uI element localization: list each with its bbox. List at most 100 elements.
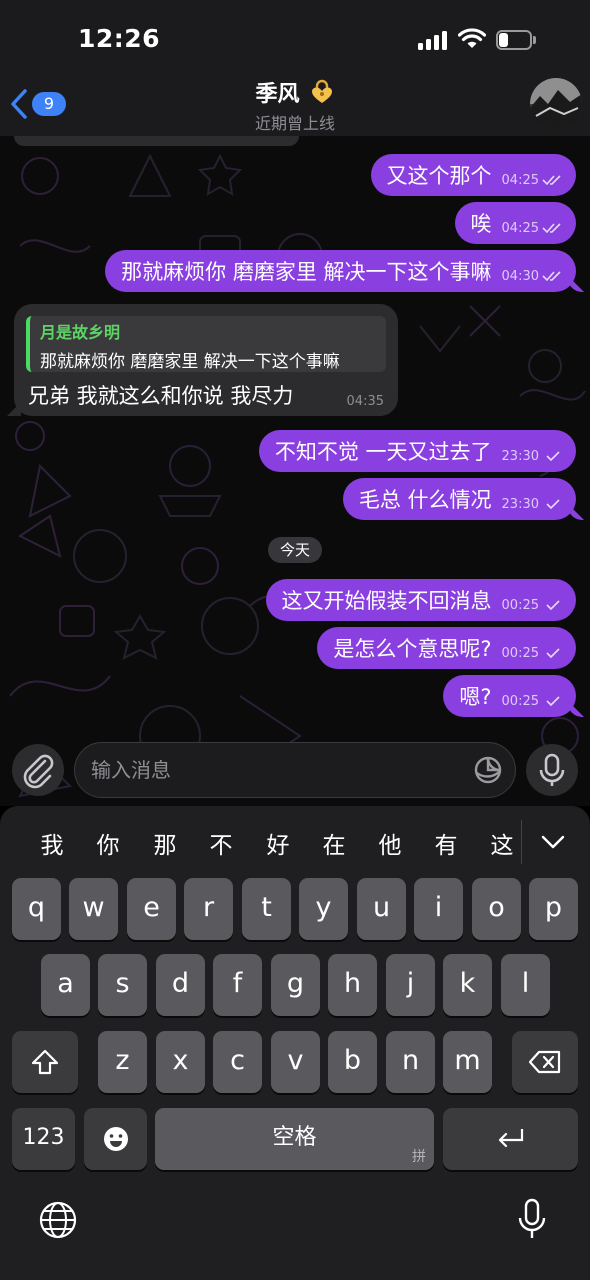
single-check-icon xyxy=(546,696,560,707)
message-list[interactable]: 又这个那个 04:25 唉 04:25 那就麻烦你 磨磨家里 解决一下这个事嘛 … xyxy=(0,136,590,806)
reply-text: 那就麻烦你 磨磨家里 解决一下这个事嘛 xyxy=(40,352,340,372)
outgoing-message[interactable]: 唉 04:25 xyxy=(454,202,576,244)
key-k[interactable]: k xyxy=(443,954,492,1016)
key-c[interactable]: c xyxy=(213,1031,262,1093)
message-time: 04:25 xyxy=(501,220,539,236)
attach-button[interactable] xyxy=(12,744,64,796)
battery-icon xyxy=(496,30,536,50)
unread-count-badge: 9 xyxy=(32,92,66,116)
outgoing-message[interactable]: 嗯? 00:25 xyxy=(443,675,576,717)
candidate-word[interactable]: 在 xyxy=(314,826,354,860)
key-i[interactable]: i xyxy=(414,878,463,940)
single-check-icon xyxy=(546,499,560,510)
back-chevron-icon xyxy=(11,89,27,119)
previous-message-edge xyxy=(14,136,299,146)
candidate-word[interactable]: 有 xyxy=(426,826,466,860)
incoming-message[interactable]: 月是故乡明 那就麻烦你 磨磨家里 解决一下这个事嘛 兄弟 我就这么和你说 我尽力… xyxy=(14,304,398,416)
key-u[interactable]: u xyxy=(357,878,406,940)
outgoing-message[interactable]: 那就麻烦你 磨磨家里 解决一下这个事嘛 04:30 xyxy=(105,250,576,292)
shift-key[interactable] xyxy=(12,1031,78,1093)
message-text: 唉 xyxy=(470,212,492,236)
key-e[interactable]: e xyxy=(127,878,176,940)
outgoing-message[interactable]: 不知不觉 一天又过去了 23:30 xyxy=(258,430,576,472)
candidate-word[interactable]: 他 xyxy=(370,826,410,860)
outgoing-message[interactable]: 又这个那个 04:25 xyxy=(370,154,576,196)
date-separator: 今天 xyxy=(268,537,322,563)
key-a[interactable]: a xyxy=(41,954,90,1016)
candidate-word[interactable]: 这 xyxy=(482,826,522,860)
key-m[interactable]: m xyxy=(443,1031,492,1093)
key-z[interactable]: z xyxy=(98,1031,147,1093)
back-button[interactable]: 9 xyxy=(8,86,68,126)
candidate-word[interactable]: 不 xyxy=(201,826,241,860)
message-time: 04:35 xyxy=(346,394,384,409)
composer xyxy=(0,738,590,806)
message-text: 兄弟 我就这么和你说 我尽力 xyxy=(28,384,294,408)
message-text: 毛总 什么情况 xyxy=(358,488,492,512)
key-x[interactable]: x xyxy=(156,1031,205,1093)
message-time: 00:25 xyxy=(501,597,539,613)
dictation-icon[interactable] xyxy=(514,1196,550,1244)
key-o[interactable]: o xyxy=(472,878,521,940)
candidate-word[interactable]: 好 xyxy=(258,826,298,860)
double-check-icon xyxy=(542,223,561,234)
message-time: 04:30 xyxy=(501,268,539,284)
key-t[interactable]: t xyxy=(242,878,291,940)
message-text: 是怎么个意思呢? xyxy=(333,637,492,661)
key-w[interactable]: w xyxy=(69,878,118,940)
chat-status: 近期曾上线 xyxy=(254,114,335,133)
candidate-word[interactable]: 我 xyxy=(32,826,72,860)
message-input-field[interactable] xyxy=(74,742,516,798)
chevron-down-icon[interactable] xyxy=(538,828,568,856)
key-h[interactable]: h xyxy=(328,954,377,1016)
sticker-icon[interactable] xyxy=(473,755,503,785)
key-g[interactable]: g xyxy=(271,954,320,1016)
backspace-key[interactable] xyxy=(512,1031,578,1093)
outgoing-message[interactable]: 是怎么个意思呢? 00:25 xyxy=(317,627,576,669)
voice-record-button[interactable] xyxy=(526,744,578,796)
message-text: 又这个那个 xyxy=(386,164,492,188)
reply-quote[interactable]: 月是故乡明 那就麻烦你 磨磨家里 解决一下这个事嘛 xyxy=(26,316,386,372)
emoji-key[interactable] xyxy=(84,1108,147,1170)
status-time: 12:26 xyxy=(78,24,161,53)
globe-icon[interactable] xyxy=(36,1198,80,1242)
wifi-icon xyxy=(458,28,486,48)
key-y[interactable]: y xyxy=(299,878,348,940)
space-key[interactable]: 空格 拼 xyxy=(155,1108,434,1170)
key-q[interactable]: q xyxy=(12,878,61,940)
return-key[interactable] xyxy=(443,1108,578,1170)
outgoing-message[interactable]: 这又开始假装不回消息 00:25 xyxy=(265,579,576,621)
chat-title-area[interactable]: 季风 近期曾上线 xyxy=(170,76,420,134)
key-n[interactable]: n xyxy=(386,1031,435,1093)
key-v[interactable]: v xyxy=(271,1031,320,1093)
space-label: 空格 xyxy=(272,1125,317,1150)
double-check-icon xyxy=(542,175,561,186)
double-check-icon xyxy=(542,271,561,282)
message-time: 23:30 xyxy=(501,496,539,512)
key-l[interactable]: l xyxy=(501,954,550,1016)
key-b[interactable]: b xyxy=(328,1031,377,1093)
message-text: 这又开始假装不回消息 xyxy=(281,589,492,613)
message-time: 00:25 xyxy=(501,645,539,661)
chat-header: 9 季风 近期曾上线 xyxy=(0,72,590,136)
emoji-icon xyxy=(103,1127,128,1151)
key-p[interactable]: p xyxy=(529,878,578,940)
key-d[interactable]: d xyxy=(156,954,205,1016)
candidate-divider xyxy=(521,820,522,864)
key-f[interactable]: f xyxy=(213,954,262,1016)
candidate-word[interactable]: 你 xyxy=(88,826,128,860)
outgoing-message[interactable]: 毛总 什么情况 23:30 xyxy=(342,478,576,520)
numbers-key[interactable]: 123 xyxy=(12,1108,75,1170)
avatar[interactable] xyxy=(530,78,582,130)
message-text: 那就麻烦你 磨磨家里 解决一下这个事嘛 xyxy=(121,260,492,284)
status-bar: 12:26 xyxy=(0,0,590,72)
shift-icon xyxy=(31,1049,59,1075)
key-j[interactable]: j xyxy=(386,954,435,1016)
message-input[interactable] xyxy=(91,743,471,797)
message-time: 04:25 xyxy=(501,172,539,188)
key-r[interactable]: r xyxy=(184,878,233,940)
key-s[interactable]: s xyxy=(98,954,147,1016)
cellular-signal-icon xyxy=(418,30,448,50)
candidate-word[interactable]: 那 xyxy=(145,826,185,860)
single-check-icon xyxy=(546,451,560,462)
